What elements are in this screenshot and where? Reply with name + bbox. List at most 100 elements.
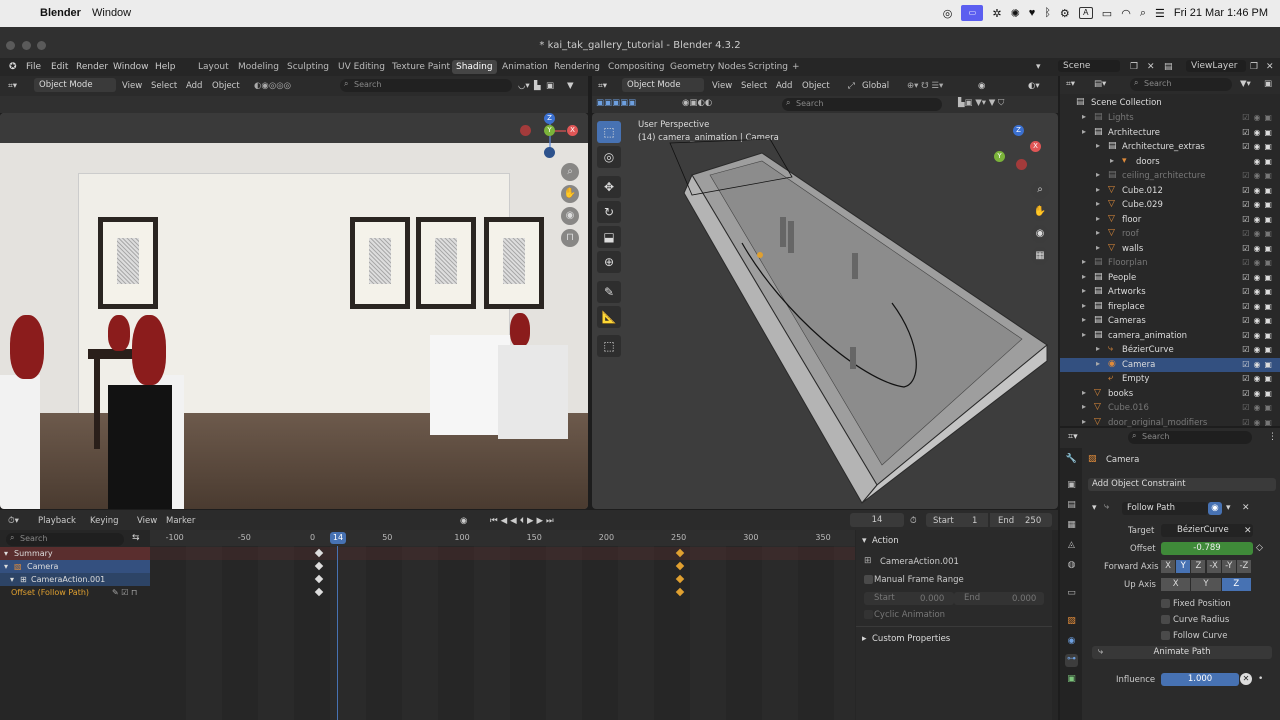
search-icon[interactable]: ⌕ <box>1140 7 1146 20</box>
remove-scene-icon[interactable]: ✕ <box>1147 62 1155 72</box>
input-source-icon[interactable]: A <box>1078 7 1093 19</box>
menu-add[interactable]: Add <box>776 81 792 91</box>
forward-axis-z-button[interactable]: Z <box>1191 560 1206 573</box>
display-mode-icon[interactable]: ▤▾ <box>1094 79 1106 89</box>
animate-path-button[interactable]: Animate Path <box>1092 646 1272 659</box>
camera-view-icon[interactable]: ◉ <box>1031 225 1049 243</box>
visibility-icons[interactable]: ☑◉▣ <box>1242 403 1276 412</box>
expand-icon[interactable]: ▸ <box>1082 286 1086 295</box>
menu-select[interactable]: Select <box>151 81 177 91</box>
visibility-icons[interactable]: ◉▣ <box>1253 157 1276 166</box>
blender-logo-icon[interactable]: ✪ <box>9 62 17 72</box>
up-axis-x-button[interactable]: X <box>1161 578 1191 591</box>
pan-hand-icon[interactable]: ✋ <box>1031 203 1049 221</box>
collapse-constraint-icon[interactable]: ▾ <box>1092 503 1097 513</box>
bookmark-icon[interactable]: ▙ <box>534 81 541 91</box>
cursor-tool-icon[interactable]: ◎ <box>597 146 621 168</box>
menu-edit[interactable]: Edit <box>51 62 68 72</box>
up-axis-y-button[interactable]: Y <box>1191 578 1221 591</box>
navigation-gizmo[interactable] <box>520 113 588 173</box>
playhead-frame[interactable]: 14 <box>330 532 346 544</box>
outliner-row[interactable]: ▸ ▽ Cube.016 ☑◉▣ <box>1060 401 1280 416</box>
menu-marker[interactable]: Marker <box>166 516 195 526</box>
visibility-icons[interactable]: ☑◉▣ <box>1242 186 1276 195</box>
outliner-row[interactable]: ▸ ▤ Architecture ☑◉▣ <box>1060 126 1280 141</box>
select-modes-icon[interactable]: ◉▣◐◐ <box>682 98 712 108</box>
keyframe-diamond-icon[interactable]: ◇ <box>1256 543 1263 553</box>
tab-scripting[interactable]: Scripting <box>748 62 788 72</box>
view-object-types-icon[interactable]: ◐▾ <box>1028 81 1040 91</box>
add-workspace-button[interactable]: + <box>792 62 800 72</box>
collection-tab-icon[interactable]: ▭ <box>1065 588 1078 601</box>
clear-target-icon[interactable]: ✕ <box>1244 526 1252 536</box>
rotate-tool-icon[interactable]: ↻ <box>597 201 621 223</box>
outliner-row[interactable]: ⤶ Empty ☑◉▣ <box>1060 372 1280 387</box>
expand-icon[interactable]: ▸ <box>1082 402 1086 411</box>
current-frame-field[interactable]: 14 <box>850 513 904 527</box>
forward-axis-y-button[interactable]: Y <box>1176 560 1191 573</box>
visibility-icons[interactable]: ☑◉▣ <box>1242 302 1276 311</box>
world-tab-icon[interactable]: ◍ <box>1065 560 1078 573</box>
tab-rendering[interactable]: Rendering <box>554 62 600 72</box>
wifi-icon[interactable]: ◠ <box>1121 7 1131 20</box>
transform-tool-icon[interactable]: ⊕ <box>597 251 621 273</box>
tab-geometry-nodes[interactable]: Geometry Nodes <box>670 62 746 72</box>
outliner-row[interactable]: ▸ ▤ Cameras ☑◉▣ <box>1060 314 1280 329</box>
action-name[interactable]: CameraAction.001 <box>880 557 959 567</box>
gizmo-y-icon[interactable]: Y <box>544 125 555 136</box>
gizmo-y-icon[interactable]: Y <box>994 151 1005 162</box>
outliner-row[interactable]: ▸ ▾ doors ◉▣ <box>1060 155 1280 170</box>
gizmo-z-icon[interactable]: Z <box>544 113 555 124</box>
tab-shading[interactable]: Shading <box>452 60 497 74</box>
outliner-root[interactable]: ▤ Scene Collection <box>1060 96 1280 111</box>
influence-slider[interactable]: 1.000 <box>1161 673 1239 686</box>
follow-curve-checkbox[interactable] <box>1161 631 1170 640</box>
gizmo-x-icon[interactable]: X <box>567 125 578 136</box>
fixed-position-checkbox[interactable] <box>1161 599 1170 608</box>
keyframe-area[interactable] <box>150 546 855 720</box>
data-tab-icon[interactable]: ▣ <box>1065 674 1078 687</box>
render-tab-icon[interactable]: ▣ <box>1065 480 1078 493</box>
outliner-row[interactable]: ▸ ▤ ceiling_architecture ☑◉▣ <box>1060 169 1280 184</box>
search-input[interactable]: Search <box>782 98 942 111</box>
new-viewlayer-icon[interactable]: ❐ <box>1250 62 1258 72</box>
menu-window[interactable]: Window <box>113 62 149 72</box>
outliner-search-input[interactable]: Search <box>1130 78 1232 91</box>
outliner-row[interactable]: ▸ ▽ books ☑◉▣ <box>1060 387 1280 402</box>
tab-uv-editing[interactable]: UV Editing <box>338 62 385 72</box>
add-constraint-dropdown[interactable]: Add Object Constraint <box>1088 478 1276 491</box>
outliner-row[interactable]: ▸ ▤ Artworks ☑◉▣ <box>1060 285 1280 300</box>
menu-file[interactable]: File <box>26 62 41 72</box>
disable-keep-transform-icon[interactable]: ✕ <box>1240 673 1252 685</box>
add-cube-tool-icon[interactable]: ⬚ <box>597 335 621 357</box>
pin-icon[interactable]: ⋮ <box>1268 432 1277 442</box>
channel-offset[interactable]: Offset (Follow Path) ✎ ☑ ⊓ <box>0 586 150 599</box>
visibility-icons[interactable]: ☑◉▣ <box>1242 374 1276 383</box>
pin-icon[interactable]: ▣ <box>546 81 554 91</box>
gizmo-x-icon[interactable]: X <box>1030 141 1041 152</box>
delete-constraint-icon[interactable]: ✕ <box>1242 503 1250 513</box>
editor-type-icon[interactable]: ⌗▾ <box>8 81 17 91</box>
creative-cloud-icon[interactable]: ◎ <box>943 7 953 20</box>
filter-icon[interactable]: ▼ <box>567 81 574 91</box>
outliner-row[interactable]: ▸ ⤷ BézierCurve ☑◉▣ <box>1060 343 1280 358</box>
scene-selector[interactable]: Scene <box>1058 60 1120 72</box>
visibility-icons[interactable]: ☑◉▣ <box>1242 200 1276 209</box>
menu-object[interactable]: Object <box>802 81 830 91</box>
constraint-visibility-icon[interactable]: ◉ <box>1208 502 1222 515</box>
slack-icon[interactable]: ✲ <box>992 7 1001 20</box>
outliner-row[interactable]: ▸ ▤ Architecture_extras ☑◉▣ <box>1060 140 1280 155</box>
scene-tab-icon[interactable]: ◬ <box>1065 540 1078 553</box>
outliner-row[interactable]: ▸ ▤ Lights ☑◉▣ <box>1060 111 1280 126</box>
up-axis-z-button[interactable]: Z <box>1221 578 1251 591</box>
editor-type-icon[interactable]: ⏱▾ <box>8 516 19 526</box>
outliner-row[interactable]: ▸ ▤ People ☑◉▣ <box>1060 271 1280 286</box>
pan-hand-icon[interactable]: ✋ <box>561 185 579 203</box>
expand-icon[interactable]: ▸ <box>1096 141 1100 150</box>
expand-icon[interactable]: ▸ <box>1096 214 1100 223</box>
action-header[interactable]: Action <box>872 536 899 546</box>
visibility-icons[interactable]: ☑◉▣ <box>1242 287 1276 296</box>
forward-axis-neg-x-button[interactable]: -X <box>1206 560 1221 573</box>
menu-help[interactable]: Help <box>155 62 176 72</box>
menu-add[interactable]: Add <box>186 81 202 91</box>
